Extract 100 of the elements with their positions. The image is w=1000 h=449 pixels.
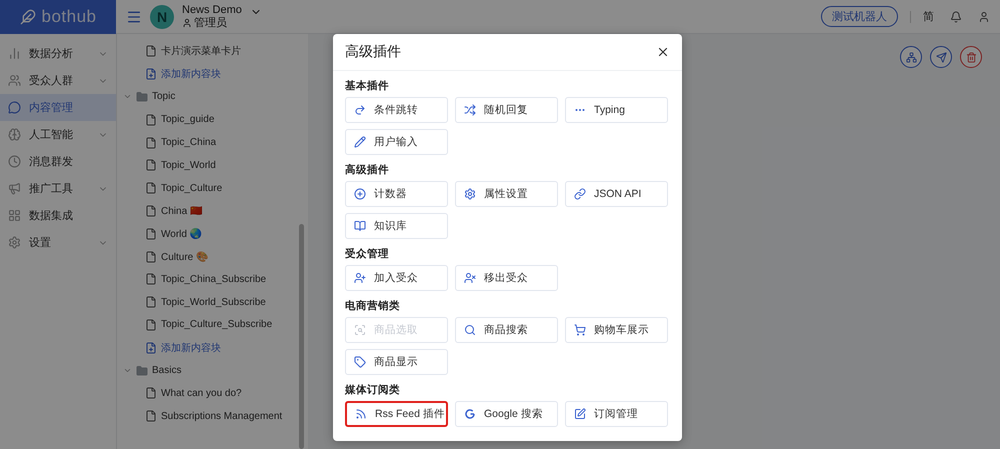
plugin-button[interactable]: 用户输入 xyxy=(345,129,448,155)
tree-folder[interactable]: Basics xyxy=(152,365,182,376)
file-icon xyxy=(145,136,157,149)
tree-item[interactable]: Topic_World xyxy=(161,160,216,171)
user-icon xyxy=(182,18,192,28)
sidebar-item[interactable]: 数据分析 xyxy=(0,40,116,67)
file-icon xyxy=(145,204,157,217)
tree-folder[interactable]: Topic xyxy=(152,91,176,102)
user-icon[interactable] xyxy=(978,10,990,22)
tree-item[interactable]: China 🇨🇳 xyxy=(161,204,202,217)
sidebar-item[interactable]: 数据集成 xyxy=(0,202,116,229)
plugin-button[interactable]: 移出受众 xyxy=(455,265,558,291)
project-name[interactable]: News Demo xyxy=(182,4,242,16)
tree-item[interactable]: 卡片演示菜单卡片 xyxy=(161,44,241,58)
send-button[interactable] xyxy=(930,46,952,68)
megaphone-icon xyxy=(8,182,21,195)
tree-item[interactable]: Culture 🎨 xyxy=(161,250,208,263)
plugin-button[interactable]: 商品搜索 xyxy=(455,317,558,343)
file-icon xyxy=(145,318,157,331)
sitemap-icon xyxy=(906,52,916,62)
plugin-button[interactable]: 属性设置 xyxy=(455,181,558,207)
plugin-button[interactable]: Rss Feed 插件 xyxy=(345,401,448,427)
plugin-button[interactable]: JSON API xyxy=(565,181,668,207)
file-plus-icon xyxy=(145,68,157,80)
pencil-icon xyxy=(354,136,366,148)
dialog-title: 高级插件 xyxy=(345,43,401,61)
folder-icon xyxy=(136,364,148,377)
user-remove-icon xyxy=(464,272,476,284)
users-icon xyxy=(8,74,21,87)
tree-item[interactable]: Topic_Culture_Subscribe xyxy=(161,319,272,330)
tree-item[interactable]: Topic_guide xyxy=(161,114,214,126)
section-title: 受众管理 xyxy=(345,247,390,261)
sidebar-item[interactable]: 内容管理 xyxy=(0,94,116,121)
tree-item[interactable]: Subscriptions Management xyxy=(161,410,282,422)
tree-item[interactable]: Topic_Culture xyxy=(161,182,222,194)
section-title: 媒体订阅类 xyxy=(345,383,401,397)
tree-item[interactable]: What can you do? xyxy=(161,388,242,399)
plugin-button[interactable]: 随机回复 xyxy=(455,97,558,123)
search-icon xyxy=(464,324,476,336)
delete-button[interactable] xyxy=(960,46,982,68)
cart-icon xyxy=(574,324,586,336)
bell-icon[interactable] xyxy=(950,10,962,22)
add-content-link[interactable]: 添加新内容块 xyxy=(161,340,221,355)
close-icon[interactable] xyxy=(656,45,670,59)
user-plus-icon xyxy=(354,272,366,284)
test-bot-button[interactable]: 测试机器人 xyxy=(821,6,898,27)
gear-icon xyxy=(8,236,21,249)
feather-icon xyxy=(20,9,36,25)
add-content-link[interactable]: 添加新内容块 xyxy=(161,67,221,82)
tree-item[interactable]: World 🌏 xyxy=(161,228,202,240)
sidebar-item[interactable]: 受众人群 xyxy=(0,67,116,94)
file-icon xyxy=(145,228,157,240)
letter-g-icon xyxy=(464,408,476,420)
file-icon xyxy=(145,182,157,194)
section-title: 电商营销类 xyxy=(345,299,401,313)
bar-chart-icon xyxy=(8,47,21,60)
gear-icon xyxy=(464,188,476,200)
grid-icon xyxy=(8,209,21,222)
tag-icon xyxy=(354,356,366,368)
plugin-button[interactable]: 条件跳转 xyxy=(345,97,448,123)
file-plus-icon xyxy=(145,342,157,354)
plugin-button[interactable]: 计数器 xyxy=(345,181,448,207)
role-label: 管理员 xyxy=(194,16,227,30)
plugin-button[interactable]: 商品显示 xyxy=(345,349,448,375)
scrollbar[interactable] xyxy=(299,224,304,449)
plugin-button[interactable]: 购物车展示 xyxy=(565,317,668,343)
file-icon xyxy=(145,159,157,172)
sidebar-item[interactable]: 设置 xyxy=(0,229,116,256)
trash-icon xyxy=(966,52,976,62)
plugin-button[interactable]: 知识库 xyxy=(345,213,448,239)
plugin-button[interactable]: 加入受众 xyxy=(345,265,448,291)
clock-icon xyxy=(8,155,21,168)
edit-icon xyxy=(574,408,586,420)
link-icon xyxy=(574,188,586,200)
file-icon xyxy=(145,45,157,58)
file-icon xyxy=(145,296,157,308)
share-arrow-icon xyxy=(354,104,366,116)
shuffle-icon xyxy=(464,104,476,116)
send-icon xyxy=(936,52,946,62)
section-title: 基本插件 xyxy=(345,79,390,93)
plugin-button[interactable]: 订阅管理 xyxy=(565,401,668,427)
file-icon xyxy=(145,250,157,263)
language-button[interactable]: 简 xyxy=(923,9,934,24)
tree-item[interactable]: Topic_World_Subscribe xyxy=(161,296,266,308)
file-icon xyxy=(145,387,157,400)
sidebar-item[interactable]: 消息群发 xyxy=(0,148,116,175)
sitemap-button[interactable] xyxy=(900,46,922,68)
menu-icon[interactable] xyxy=(126,8,142,24)
section-title: 高级插件 xyxy=(345,163,390,177)
tree-item[interactable]: Topic_China xyxy=(161,137,216,148)
tree-item[interactable]: Topic_China_Subscribe xyxy=(161,274,266,285)
list-search-icon xyxy=(354,324,366,336)
plugin-button[interactable]: Google 搜索 xyxy=(455,401,558,427)
sidebar-item[interactable]: 推广工具 xyxy=(0,175,116,202)
plus-circle-icon xyxy=(354,188,366,200)
sidebar-item[interactable]: 人工智能 xyxy=(0,121,116,148)
brain-icon xyxy=(8,128,21,141)
plugin-button[interactable]: Typing xyxy=(565,97,668,123)
chat-bubble-icon xyxy=(8,101,21,114)
book-icon xyxy=(354,220,366,232)
